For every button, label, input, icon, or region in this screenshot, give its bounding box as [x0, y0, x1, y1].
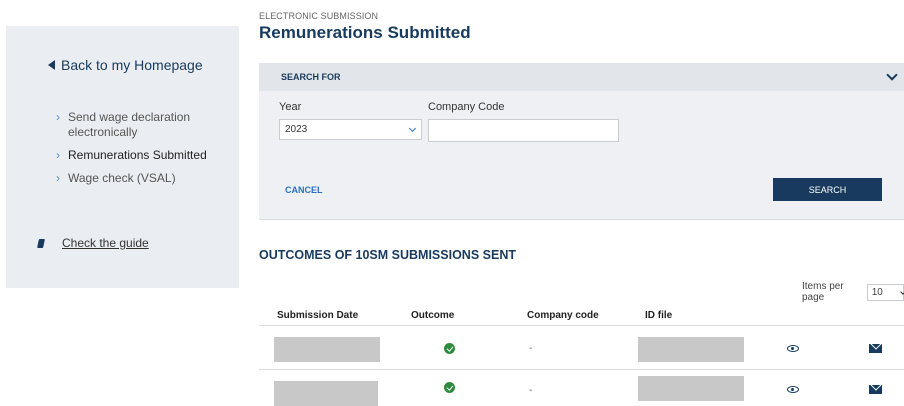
envelope-icon[interactable] [869, 385, 882, 394]
column-header-submission-date: Submission Date [277, 310, 359, 321]
guide-link-row: Check the guide [37, 236, 149, 250]
company-code-label: Company Code [428, 101, 505, 113]
chevron-right-icon: › [56, 110, 60, 124]
year-label: Year [279, 101, 302, 113]
check-guide-link[interactable]: Check the guide [62, 236, 149, 250]
row-divider [259, 369, 904, 370]
chevron-right-icon: › [56, 148, 60, 162]
sidebar-item-wage-check[interactable]: › Wage check (VSAL) [56, 171, 236, 186]
search-panel: SEARCH FOR Year Company Code 2023 CANCEL… [259, 63, 904, 220]
sidebar-item-label: Send wage declaration electronically [68, 110, 191, 139]
caret-left-icon [48, 60, 55, 70]
check-circle-icon [444, 382, 455, 393]
items-per-page: Items per page 10 [802, 281, 904, 303]
year-select[interactable]: 2023 [279, 119, 422, 140]
back-link-label: Back to my Homepage [61, 57, 203, 73]
cancel-button[interactable]: CANCEL [285, 185, 323, 195]
envelope-icon[interactable] [869, 344, 882, 353]
redacted-id-file [638, 376, 744, 401]
sidebar-item-send-wage-declaration[interactable]: › Send wage declaration electronically [56, 110, 236, 140]
year-select-value: 2023 [285, 124, 308, 135]
chevron-down-icon [408, 124, 417, 133]
column-header-company-code: Company code [527, 310, 599, 321]
page-supertitle: ELECTRONIC SUBMISSION [259, 11, 379, 21]
back-to-homepage-link[interactable]: Back to my Homepage [48, 57, 203, 73]
chevron-down-icon [900, 288, 904, 295]
eye-icon[interactable] [787, 386, 799, 393]
search-button[interactable]: SEARCH [773, 178, 882, 201]
redacted-submission-date [274, 381, 378, 406]
column-header-outcome: Outcome [411, 310, 455, 321]
company-code-cell: - [529, 385, 533, 396]
sidebar: Back to my Homepage › Send wage declarati… [6, 26, 239, 288]
column-header-id-file: ID file [645, 310, 673, 321]
redacted-submission-date [274, 337, 380, 362]
redacted-id-file [638, 337, 744, 362]
table-header-divider [259, 325, 904, 326]
check-circle-icon [444, 343, 455, 354]
sidebar-item-remunerations-submitted[interactable]: › Remunerations Submitted [56, 148, 236, 163]
sidebar-item-label: Remunerations Submitted [68, 148, 207, 162]
search-panel-header[interactable]: SEARCH FOR [259, 63, 904, 91]
outcomes-title: OUTCOMES OF 10SM SUBMISSIONS SENT [259, 248, 516, 262]
chevron-right-icon: › [56, 171, 60, 185]
company-code-input[interactable] [428, 119, 619, 142]
items-per-page-label: Items per page [802, 281, 844, 303]
book-icon [37, 238, 45, 248]
chevron-down-icon[interactable] [886, 69, 898, 81]
page-title: Remunerations Submitted [259, 23, 471, 42]
search-panel-heading: SEARCH FOR [281, 72, 341, 82]
sidebar-item-label: Wage check (VSAL) [68, 171, 176, 185]
items-per-page-value: 10 [871, 286, 883, 298]
company-code-cell: - [529, 343, 533, 354]
items-per-page-select[interactable]: 10 [866, 283, 904, 301]
sidebar-nav: › Send wage declaration electronically › R… [56, 110, 236, 194]
eye-icon[interactable] [787, 345, 799, 352]
